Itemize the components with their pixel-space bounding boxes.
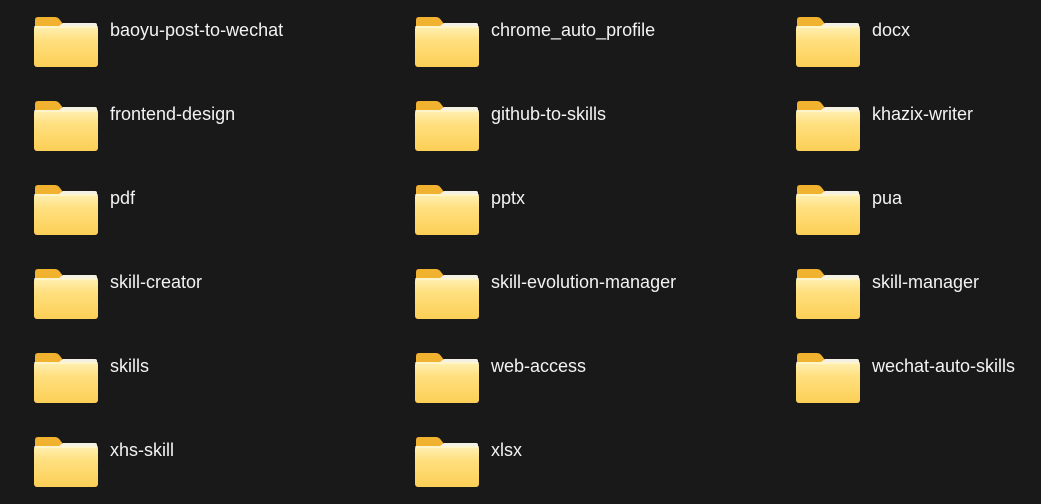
folder-icon xyxy=(414,352,480,404)
folder-icon xyxy=(795,352,861,404)
folder-icon xyxy=(33,436,99,488)
folder-icon xyxy=(414,436,480,488)
folder-name: xhs-skill xyxy=(110,440,175,460)
folder-icon xyxy=(795,184,861,236)
folder-icon xyxy=(33,16,99,68)
folder-name: pua xyxy=(872,188,903,208)
folder-name: frontend-design xyxy=(110,104,236,124)
folder-name: skill-creator xyxy=(110,272,203,292)
folder-name: docx xyxy=(872,20,911,40)
folder-name: skill-manager xyxy=(872,272,980,292)
folder-item[interactable]: xhs-skill xyxy=(0,420,381,504)
folder-name: khazix-writer xyxy=(872,104,974,124)
folder-icon xyxy=(33,100,99,152)
folder-name: wechat-auto-skills xyxy=(872,356,1016,376)
folder-name: xlsx xyxy=(491,440,522,460)
folder-item[interactable]: wechat-auto-skills xyxy=(762,336,1041,420)
folder-item[interactable]: web-access xyxy=(381,336,762,420)
folder-name: pptx xyxy=(491,188,526,208)
folder-item[interactable]: skills xyxy=(0,336,381,420)
folder-name: github-to-skills xyxy=(491,104,607,124)
folder-name: skill-evolution-manager xyxy=(491,272,677,292)
folder-item[interactable]: baoyu-post-to-wechat xyxy=(0,0,381,84)
folder-item[interactable]: khazix-writer xyxy=(762,84,1041,168)
folder-icon xyxy=(414,100,480,152)
folder-item[interactable]: github-to-skills xyxy=(381,84,762,168)
folder-name: skills xyxy=(110,356,149,376)
folder-item[interactable]: pptx xyxy=(381,168,762,252)
folder-item[interactable]: chrome_auto_profile xyxy=(381,0,762,84)
folder-item[interactable]: skill-evolution-manager xyxy=(381,252,762,336)
folder-item[interactable]: pdf xyxy=(0,168,381,252)
folder-icon xyxy=(33,184,99,236)
folder-name: chrome_auto_profile xyxy=(491,20,656,40)
folder-name: baoyu-post-to-wechat xyxy=(110,20,284,40)
folder-icon xyxy=(33,352,99,404)
folder-name: pdf xyxy=(110,188,136,208)
folder-item[interactable]: skill-manager xyxy=(762,252,1041,336)
folder-icon xyxy=(414,268,480,320)
folder-icon xyxy=(414,16,480,68)
folder-item[interactable]: docx xyxy=(762,0,1041,84)
folder-item[interactable]: pua xyxy=(762,168,1041,252)
folder-icon xyxy=(795,16,861,68)
folder-item[interactable]: frontend-design xyxy=(0,84,381,168)
folder-icon xyxy=(414,184,480,236)
folder-name: web-access xyxy=(491,356,587,376)
folder-item[interactable]: skill-creator xyxy=(0,252,381,336)
folder-grid: baoyu-post-to-wechat chrome_auto_profile… xyxy=(0,0,1041,495)
folder-icon xyxy=(795,100,861,152)
folder-icon xyxy=(33,268,99,320)
folder-icon xyxy=(795,268,861,320)
folder-item[interactable]: xlsx xyxy=(381,420,762,504)
